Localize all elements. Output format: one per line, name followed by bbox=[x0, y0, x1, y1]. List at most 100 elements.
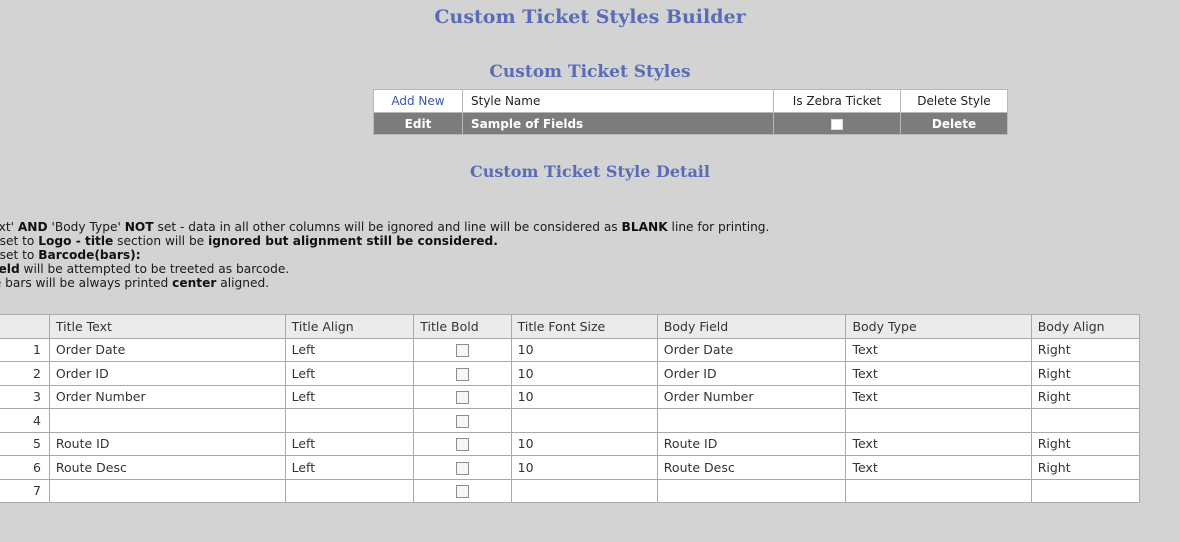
title-align-cell[interactable]: Left bbox=[284, 431, 415, 456]
title-align-cell[interactable]: Left bbox=[284, 361, 415, 386]
body-type-cell[interactable] bbox=[845, 478, 1032, 503]
style-name-header: Style Name bbox=[462, 89, 774, 113]
title-text-cell[interactable] bbox=[48, 408, 286, 433]
note-line-3: is set to Barcode(bars): bbox=[0, 248, 141, 262]
title-text-cell[interactable]: Route ID bbox=[48, 431, 286, 456]
row-number[interactable]: 6 bbox=[0, 455, 50, 480]
title-font-size-header: Title Font Size bbox=[510, 314, 658, 339]
body-type-cell[interactable]: Text bbox=[845, 455, 1032, 480]
note-line-4: Field will be attempted to be treeted as… bbox=[0, 262, 290, 276]
body-align-cell[interactable]: Right bbox=[1030, 337, 1141, 362]
title-align-cell[interactable]: Left bbox=[284, 384, 415, 409]
title-bold-cell bbox=[413, 431, 512, 456]
title-bold-cell bbox=[413, 408, 512, 433]
edit-link[interactable]: Edit bbox=[373, 112, 463, 135]
delete-style-header: Delete Style bbox=[900, 89, 1008, 113]
title-bold-cell bbox=[413, 384, 512, 409]
page-title: Custom Ticket Styles Builder bbox=[434, 6, 746, 28]
row-number[interactable]: 5 bbox=[0, 431, 50, 456]
title-bold-cell bbox=[413, 478, 512, 503]
title-font-size-cell[interactable]: 10 bbox=[510, 384, 658, 409]
title-text-cell[interactable]: Order ID bbox=[48, 361, 286, 386]
body-field-header: Body Field bbox=[656, 314, 847, 339]
styles-section-title: Custom Ticket Styles bbox=[489, 62, 691, 82]
body-type-cell[interactable]: Text bbox=[845, 384, 1032, 409]
title-font-size-cell[interactable]: 10 bbox=[510, 337, 658, 362]
title-font-size-cell[interactable]: 10 bbox=[510, 431, 658, 456]
table-row[interactable]: 6 Route Desc Left 10 Route Desc Text Right bbox=[0, 455, 1141, 480]
body-type-cell[interactable]: Text bbox=[845, 337, 1032, 362]
detail-section-title: Custom Ticket Style Detail bbox=[470, 162, 710, 181]
row-number[interactable]: 1 bbox=[0, 337, 50, 362]
body-align-cell[interactable] bbox=[1030, 478, 1141, 503]
body-field-cell[interactable] bbox=[656, 478, 847, 503]
title-bold-cell bbox=[413, 361, 512, 386]
title-bold-header: Title Bold bbox=[413, 314, 512, 339]
body-align-cell[interactable]: Right bbox=[1030, 455, 1141, 480]
ticket-style-detail-grid: Title Text Title Align Title Bold Title … bbox=[0, 314, 1141, 503]
title-align-header: Title Align bbox=[284, 314, 415, 339]
title-text-cell[interactable]: Order Date bbox=[48, 337, 286, 362]
title-text-header: Title Text bbox=[48, 314, 286, 339]
row-number-header bbox=[0, 314, 50, 339]
title-bold-checkbox[interactable] bbox=[455, 461, 469, 475]
body-align-header: Body Align bbox=[1030, 314, 1141, 339]
body-field-cell[interactable]: Route ID bbox=[656, 431, 847, 456]
title-text-cell[interactable]: Route Desc bbox=[48, 455, 286, 480]
title-text-cell[interactable]: Order Number bbox=[48, 384, 286, 409]
style-name-cell: Sample of Fields bbox=[462, 112, 774, 135]
add-new-link[interactable]: Add New bbox=[391, 94, 444, 108]
title-font-size-cell[interactable]: 10 bbox=[510, 361, 658, 386]
table-row[interactable]: 4 bbox=[0, 408, 1141, 433]
title-font-size-cell[interactable] bbox=[510, 478, 658, 503]
styles-header-row: Add New Style Name Is Zebra Ticket Delet… bbox=[373, 89, 1008, 113]
table-row[interactable]: 3 Order Number Left 10 Order Number Text Right bbox=[0, 384, 1141, 409]
instructions-notes: Text' AND 'Body Type' NOT set - data in … bbox=[0, 220, 769, 290]
body-align-cell[interactable]: Right bbox=[1030, 361, 1141, 386]
title-bold-cell bbox=[413, 337, 512, 362]
title-bold-checkbox[interactable] bbox=[455, 344, 469, 358]
style-row: Edit Sample of Fields Delete bbox=[373, 112, 1008, 135]
title-font-size-cell[interactable] bbox=[510, 408, 658, 433]
body-field-cell[interactable]: Order Number bbox=[656, 384, 847, 409]
title-font-size-cell[interactable]: 10 bbox=[510, 455, 658, 480]
body-align-cell[interactable]: Right bbox=[1030, 431, 1141, 456]
row-number[interactable]: 3 bbox=[0, 384, 50, 409]
table-row[interactable]: 7 bbox=[0, 478, 1141, 503]
body-type-header: Body Type bbox=[845, 314, 1032, 339]
grid-header-row: Title Text Title Align Title Bold Title … bbox=[0, 314, 1141, 339]
title-align-cell[interactable]: Left bbox=[284, 337, 415, 362]
body-field-cell[interactable]: Route Desc bbox=[656, 455, 847, 480]
note-line-5: de bars will be always printed center al… bbox=[0, 276, 270, 290]
body-align-cell[interactable]: Right bbox=[1030, 384, 1141, 409]
row-number[interactable]: 2 bbox=[0, 361, 50, 386]
table-row[interactable]: 1 Order Date Left 10 Order Date Text Right bbox=[0, 337, 1141, 362]
title-align-cell[interactable] bbox=[284, 408, 415, 433]
is-zebra-header: Is Zebra Ticket bbox=[773, 89, 901, 113]
body-align-cell[interactable] bbox=[1030, 408, 1141, 433]
custom-ticket-styles-table: Add New Style Name Is Zebra Ticket Delet… bbox=[373, 89, 1008, 135]
note-line-1: Text' AND 'Body Type' NOT set - data in … bbox=[0, 220, 770, 234]
title-bold-checkbox[interactable] bbox=[455, 485, 469, 499]
row-number[interactable]: 4 bbox=[0, 408, 50, 433]
body-field-cell[interactable] bbox=[656, 408, 847, 433]
note-line-2: is set to Logo - title section will be i… bbox=[0, 234, 498, 248]
is-zebra-checkbox[interactable] bbox=[831, 118, 843, 130]
body-field-cell[interactable]: Order ID bbox=[656, 361, 847, 386]
title-align-cell[interactable]: Left bbox=[284, 455, 415, 480]
title-bold-checkbox[interactable] bbox=[455, 414, 469, 428]
body-type-cell[interactable]: Text bbox=[845, 361, 1032, 386]
delete-link[interactable]: Delete bbox=[900, 112, 1008, 135]
title-bold-checkbox[interactable] bbox=[455, 367, 469, 381]
title-bold-checkbox[interactable] bbox=[455, 438, 469, 452]
title-bold-checkbox[interactable] bbox=[455, 391, 469, 405]
title-text-cell[interactable] bbox=[48, 478, 286, 503]
body-type-cell[interactable]: Text bbox=[845, 431, 1032, 456]
body-type-cell[interactable] bbox=[845, 408, 1032, 433]
table-row[interactable]: 2 Order ID Left 10 Order ID Text Right bbox=[0, 361, 1141, 386]
title-bold-cell bbox=[413, 455, 512, 480]
title-align-cell[interactable] bbox=[284, 478, 415, 503]
row-number[interactable]: 7 bbox=[0, 478, 50, 503]
body-field-cell[interactable]: Order Date bbox=[656, 337, 847, 362]
table-row[interactable]: 5 Route ID Left 10 Route ID Text Right bbox=[0, 431, 1141, 456]
